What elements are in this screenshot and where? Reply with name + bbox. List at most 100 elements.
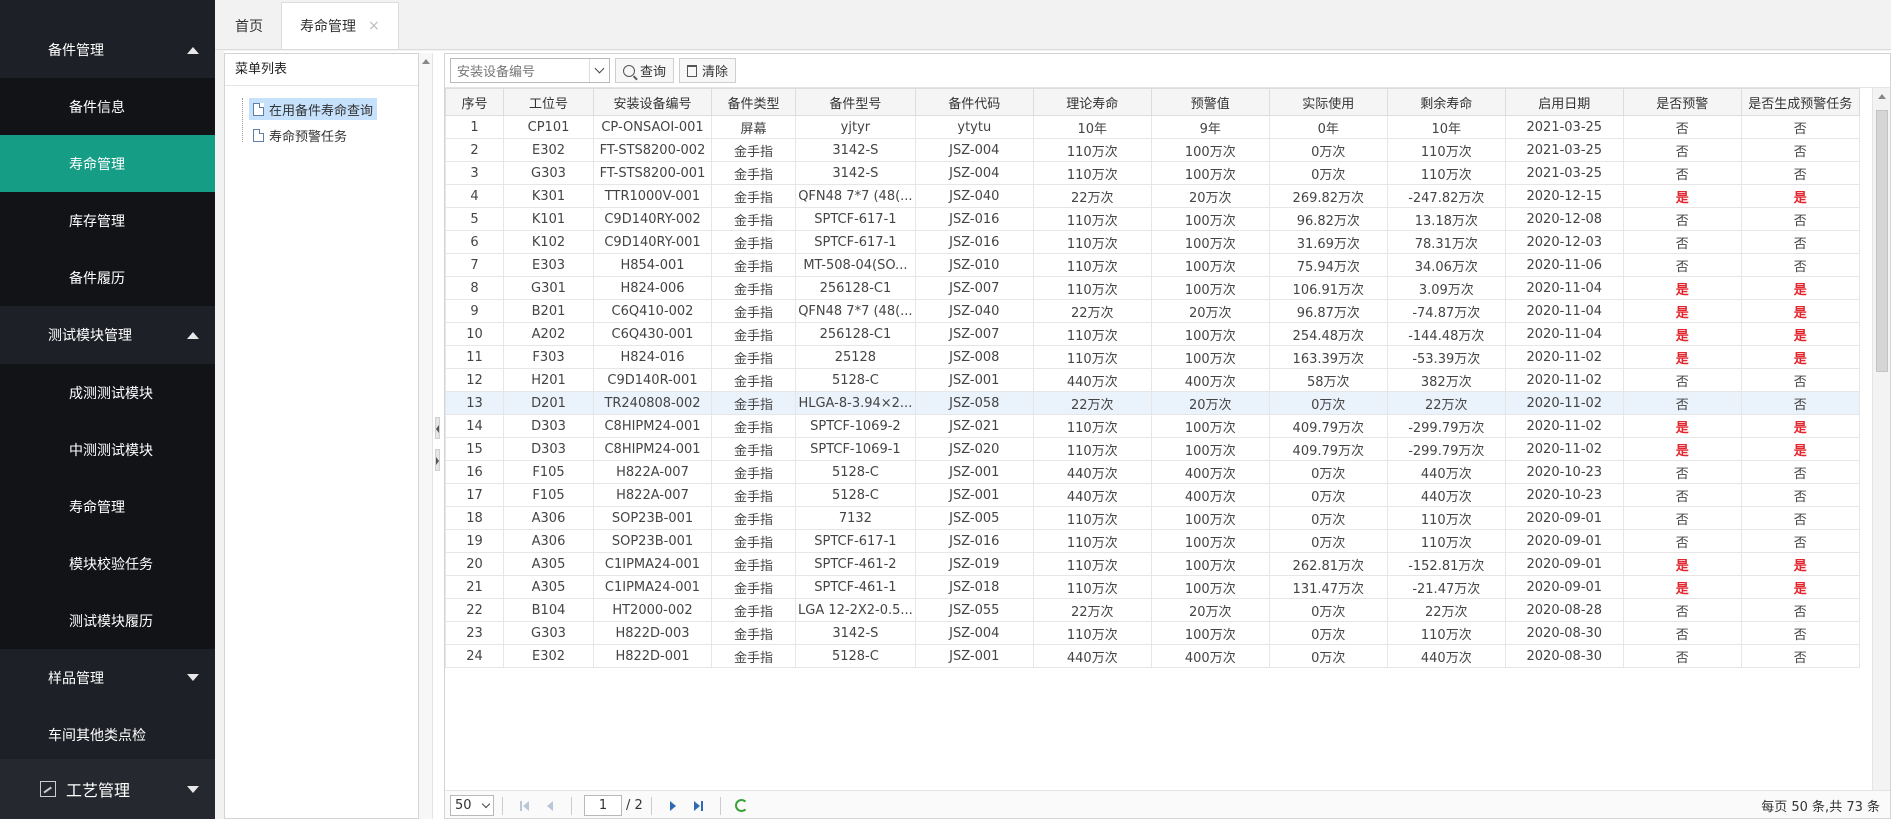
sidebar-group-process[interactable]: 工艺管理 — [0, 759, 215, 819]
table-row[interactable]: 21 A305 C1IPMA24-001 金手指 SPTCF-461-1 JSZ-018 1… — [445, 575, 1860, 599]
sidebar-item-mid-test-module[interactable]: 中测测试模块 — [0, 421, 215, 478]
table-row[interactable]: 8 G301 H824-006 金手指 256128-C1 JSZ-007 110万次 100… — [445, 276, 1860, 300]
table-cell: 否 — [1740, 138, 1860, 162]
tab-label: 寿命管理 — [300, 19, 356, 35]
table-cell: 110万次 — [1032, 506, 1152, 530]
sidebar-group-workshop-inspection[interactable]: 车间其他类点检 — [0, 706, 215, 763]
column-header[interactable]: 备件代码 — [914, 88, 1034, 116]
column-header[interactable]: 剩余寿命 — [1386, 88, 1506, 116]
table-row[interactable]: 2 E302 FT-STS8200-002 金手指 3142-S JSZ-004 110万次… — [445, 138, 1860, 162]
table-row[interactable]: 20 A305 C1IPMA24-001 金手指 SPTCF-461-2 JSZ-019 1… — [445, 552, 1860, 576]
first-page-button[interactable] — [514, 796, 534, 816]
table-row[interactable]: 14 D303 C8HIPM24-001 金手指 SPTCF-1069-2 JSZ-021… — [445, 414, 1860, 438]
table-row[interactable]: 16 F105 H822A-007 金手指 5128-C JSZ-001 440万次 400万… — [445, 460, 1860, 484]
table-row[interactable]: 9 B201 C6Q410-002 金手指 QFN48 7*7 (48(... JSZ-0… — [445, 299, 1860, 323]
scroll-up-icon[interactable] — [1878, 94, 1886, 99]
table-cell: 20万次 — [1150, 391, 1270, 415]
column-header[interactable]: 启用日期 — [1504, 88, 1624, 116]
page-number-input[interactable]: 1 — [584, 795, 622, 816]
table-cell: D303 — [503, 414, 594, 438]
table-cell: 否 — [1622, 644, 1742, 668]
equipment-number-combo[interactable]: 安装设备编号 — [450, 58, 610, 83]
table-cell: 22万次 — [1032, 391, 1152, 415]
table-cell: LGA 12-2X2-0.5... — [795, 598, 916, 622]
table-cell: 16 — [445, 460, 504, 484]
query-button[interactable]: 查询 — [615, 58, 675, 83]
clear-button[interactable]: 清除 — [679, 58, 737, 83]
column-header[interactable]: 备件型号 — [795, 88, 916, 116]
separator — [719, 796, 721, 815]
page-size-select[interactable]: 50 — [450, 795, 494, 816]
table-row[interactable]: 7 E303 H854-001 金手指 MT-508-04(SO... JSZ-010 11… — [445, 253, 1860, 277]
table-cell: JSZ-001 — [914, 644, 1034, 668]
sidebar-item-life-management[interactable]: 寿命管理 — [0, 135, 215, 192]
sidebar-group-test-modules[interactable]: 测试模块管理 — [0, 306, 215, 364]
table-cell: SPTCF-1069-1 — [795, 437, 916, 461]
table-cell: 409.79万次 — [1268, 437, 1388, 461]
collapse-left-icon[interactable] — [435, 417, 440, 439]
refresh-button[interactable] — [732, 796, 752, 816]
table-cell: 金手指 — [711, 322, 796, 346]
column-header[interactable]: 理论寿命 — [1032, 88, 1152, 116]
table-cell: 是 — [1740, 276, 1860, 300]
table-cell: SPTCF-461-1 — [795, 575, 916, 599]
table-row[interactable]: 4 K301 TTR1000V-001 金手指 QFN48 7*7 (48(... JSZ… — [445, 184, 1860, 208]
prev-page-button[interactable] — [540, 796, 560, 816]
column-header[interactable]: 是否预警 — [1622, 88, 1742, 116]
sidebar-item-inventory[interactable]: 库存管理 — [0, 192, 215, 249]
table-row[interactable]: 17 F105 H822A-007 金手指 5128-C JSZ-001 440万次 400万… — [445, 483, 1860, 507]
sidebar-item-module-calibration[interactable]: 模块校验任务 — [0, 535, 215, 592]
close-icon[interactable]: × — [368, 18, 380, 34]
table-row[interactable]: 18 A306 SOP23B-001 金手指 7132 JSZ-005 110万次 100万次… — [445, 506, 1860, 530]
table-cell: JSZ-055 — [914, 598, 1034, 622]
last-page-button[interactable] — [689, 796, 709, 816]
table-cell: 23 — [445, 621, 504, 645]
grid-vertical-scrollbar[interactable] — [1872, 88, 1890, 790]
tab-life-management[interactable]: 寿命管理 × — [281, 2, 399, 49]
table-cell: 金手指 — [711, 207, 796, 231]
sidebar-item-module-life[interactable]: 寿命管理 — [0, 478, 215, 535]
table-row[interactable]: 11 F303 H824-016 金手指 25128 JSZ-008 110万次 100万次 1… — [445, 345, 1860, 369]
column-header[interactable]: 安装设备编号 — [593, 88, 712, 116]
table-row[interactable]: 6 K102 C9D140RY-001 金手指 SPTCF-617-1 JSZ-016 11… — [445, 230, 1860, 254]
table-cell: 9 — [445, 299, 504, 323]
table-row[interactable]: 12 H201 C9D140R-001 金手指 5128-C JSZ-001 440万次 40… — [445, 368, 1860, 392]
table-cell: 金手指 — [711, 529, 796, 553]
tree-scrollbar[interactable] — [419, 53, 433, 819]
table-cell: 屏幕 — [711, 115, 796, 139]
table-cell: C9D140R-001 — [593, 368, 712, 392]
column-header[interactable]: 工位号 — [503, 88, 594, 116]
table-row[interactable]: 13 D201 TR240808-002 金手指 HLGA-8-3.94×2... JSZ… — [445, 391, 1860, 415]
sidebar-group-samples[interactable]: 样品管理 — [0, 649, 215, 706]
table-row[interactable]: 22 B104 HT2000-002 金手指 LGA 12-2X2-0.5... JSZ-… — [445, 598, 1860, 622]
column-header[interactable]: 备件类型 — [711, 88, 796, 116]
column-header[interactable]: 实际使用 — [1268, 88, 1388, 116]
first-page-icon-bar — [519, 800, 522, 811]
table-row[interactable]: 15 D303 C8HIPM24-001 金手指 SPTCF-1069-1 JSZ-020… — [445, 437, 1860, 461]
table-row[interactable]: 1 CP101 CP-ONSAOI-001 屏幕 yjtyr ytytu 10年 9年 0年 10… — [445, 115, 1860, 139]
table-row[interactable]: 24 E302 H822D-001 金手指 5128-C JSZ-001 440万次 400万… — [445, 644, 1860, 668]
column-header[interactable]: 是否生成预警任务 — [1740, 88, 1860, 116]
table-row[interactable]: 23 G303 H822D-003 金手指 3142-S JSZ-004 110万次 100万… — [445, 621, 1860, 645]
table-row[interactable]: 3 G303 FT-STS8200-001 金手指 3142-S JSZ-004 110万次… — [445, 161, 1860, 185]
sidebar-item-spare-history[interactable]: 备件履历 — [0, 249, 215, 306]
tree-node-life-warning-task[interactable]: 寿命预警任务 — [249, 124, 351, 146]
dropdown-button[interactable] — [589, 59, 609, 82]
table-row[interactable]: 5 K101 C9D140RY-002 金手指 SPTCF-617-1 JSZ-016 11… — [445, 207, 1860, 231]
column-header[interactable]: 预警值 — [1150, 88, 1270, 116]
tab-home[interactable]: 首页 — [217, 3, 281, 49]
sidebar-item-spare-info[interactable]: 备件信息 — [0, 78, 215, 135]
scroll-thumb[interactable] — [1876, 110, 1888, 372]
table-row[interactable]: 19 A306 SOP23B-001 金手指 SPTCF-617-1 JSZ-016 110… — [445, 529, 1860, 553]
panel-splitter[interactable] — [433, 53, 441, 819]
tree-node-active-life-query[interactable]: 在用备件寿命查询 — [249, 98, 378, 120]
sidebar-item-final-test-module[interactable]: 成测测试模块 — [0, 364, 215, 421]
sidebar-group-spare-parts[interactable]: 备件管理 — [0, 22, 215, 78]
next-page-button[interactable] — [663, 796, 683, 816]
sidebar-item-module-history[interactable]: 测试模块履历 — [0, 592, 215, 649]
column-header[interactable]: 序号 — [445, 88, 504, 116]
table-cell: 是 — [1740, 345, 1860, 369]
expand-right-icon[interactable] — [435, 449, 440, 471]
table-cell: A305 — [503, 575, 594, 599]
table-row[interactable]: 10 A202 C6Q430-001 金手指 256128-C1 JSZ-007 110万次… — [445, 322, 1860, 346]
